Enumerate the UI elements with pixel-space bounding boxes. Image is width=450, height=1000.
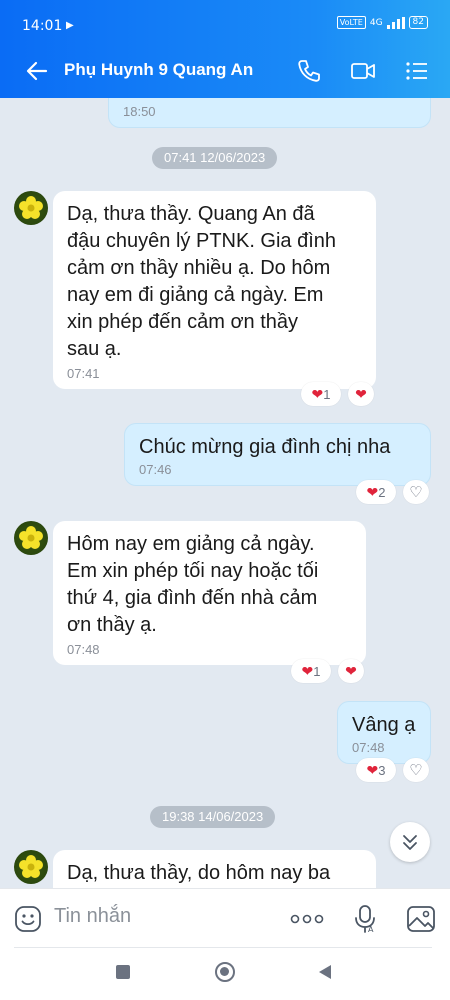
volte-icon: VoLTE bbox=[336, 16, 366, 29]
back-button[interactable] bbox=[318, 964, 332, 980]
phone-icon[interactable] bbox=[296, 58, 322, 84]
date-separator: 07:41 12/06/2023 bbox=[152, 147, 278, 169]
contact-avatar[interactable] bbox=[14, 521, 48, 555]
image-gallery-icon[interactable] bbox=[406, 905, 436, 933]
reaction-count: 3 bbox=[378, 762, 386, 778]
svg-text:A: A bbox=[368, 925, 374, 934]
menu-list-icon[interactable] bbox=[404, 58, 430, 84]
message-time: 07:46 bbox=[139, 462, 172, 477]
flower-icon bbox=[19, 855, 43, 878]
message-text-line: Em xin phép tối nay hoặc tối bbox=[67, 560, 319, 582]
react-button[interactable]: ❤ bbox=[348, 382, 374, 406]
conversation-title[interactable]: Phụ Huynh 9 Quang An bbox=[64, 60, 253, 80]
message-bubble-incoming[interactable]: Dạ, thưa thầy, do hôm nay ba bbox=[53, 850, 376, 888]
play-icon: ▶ bbox=[66, 20, 74, 31]
reaction-count: 2 bbox=[378, 484, 386, 500]
message-text-line: Dạ, thưa thầy, do hôm nay ba bbox=[67, 862, 331, 884]
react-button[interactable]: ♡ bbox=[403, 758, 429, 782]
message-text-line: đậu chuyên lý PTNK. Gia đình bbox=[67, 230, 337, 252]
message-time: 07:48 bbox=[352, 740, 385, 755]
heart-icon: ❤ bbox=[311, 386, 324, 402]
heart-outline-icon: ♡ bbox=[409, 761, 423, 779]
heart-icon: ❤ bbox=[366, 762, 379, 778]
heart-icon: ❤ bbox=[366, 484, 379, 500]
heart-icon: ❤ bbox=[345, 663, 357, 679]
react-button[interactable]: ❤ bbox=[338, 659, 364, 683]
voice-microphone-icon[interactable]: A bbox=[352, 904, 378, 934]
message-text-line: sau ạ. bbox=[67, 338, 122, 360]
scroll-to-bottom-button[interactable] bbox=[390, 822, 430, 862]
home-button[interactable] bbox=[215, 962, 235, 982]
system-navigation-bar bbox=[0, 948, 450, 1000]
reaction-summary[interactable]: ❤ 1 bbox=[291, 659, 331, 683]
message-text-line: xin phép đến cảm ơn thầy bbox=[67, 311, 299, 333]
heart-icon: ❤ bbox=[301, 663, 314, 679]
message-bubble-outgoing[interactable]: Chúc mừng gia đình chị nha 07:46 bbox=[124, 423, 431, 486]
message-text-line: Hôm nay em giảng cả ngày. bbox=[67, 533, 315, 555]
message-text: Chúc mừng gia đình chị nha bbox=[139, 436, 391, 458]
chat-header: Phụ Huynh 9 Quang An bbox=[0, 44, 450, 98]
message-input-placeholder[interactable]: Tin nhắn bbox=[54, 905, 131, 928]
reaction-summary[interactable]: ❤ 3 bbox=[356, 758, 396, 782]
message-time: 18:50 bbox=[123, 104, 156, 119]
network-type: 4G bbox=[369, 17, 383, 28]
flower-icon bbox=[19, 526, 43, 549]
more-options-icon[interactable] bbox=[290, 913, 324, 925]
message-bubble-incoming[interactable]: Hôm nay em giảng cả ngày. Em xin phép tố… bbox=[53, 521, 366, 665]
message-text-line: Dạ, thưa thầy. Quang An đã bbox=[67, 203, 315, 225]
flower-icon bbox=[19, 196, 43, 219]
video-call-icon[interactable] bbox=[350, 58, 376, 84]
message-list[interactable]: 18:50 07:41 12/06/2023 Dạ, thưa thầy. Qu… bbox=[0, 98, 450, 888]
emoji-icon[interactable] bbox=[14, 905, 42, 933]
recent-apps-button[interactable] bbox=[116, 965, 130, 979]
signal-icon bbox=[386, 16, 405, 29]
react-button[interactable]: ♡ bbox=[403, 480, 429, 504]
reaction-summary[interactable]: ❤ 2 bbox=[356, 480, 396, 504]
reaction-count: 1 bbox=[323, 386, 331, 402]
message-time: 07:41 bbox=[67, 366, 100, 381]
message-text-line: cảm ơn thầy nhiều ạ. Do hôm bbox=[67, 257, 331, 279]
heart-icon: ❤ bbox=[355, 386, 367, 402]
reaction-count: 1 bbox=[313, 663, 321, 679]
contact-avatar[interactable] bbox=[14, 850, 48, 884]
message-text-line: ơn thầy ạ. bbox=[67, 614, 157, 636]
reaction-summary[interactable]: ❤ 1 bbox=[301, 382, 341, 406]
date-separator: 19:38 14/06/2023 bbox=[150, 806, 276, 828]
heart-outline-icon: ♡ bbox=[409, 483, 423, 501]
message-bubble-incoming[interactable]: Dạ, thưa thầy. Quang An đã đậu chuyên lý… bbox=[53, 191, 376, 389]
message-time: 07:48 bbox=[67, 642, 100, 657]
status-indicators: VoLTE 4G 82 bbox=[336, 16, 428, 29]
back-arrow-icon[interactable] bbox=[24, 58, 50, 84]
battery-icon: 82 bbox=[408, 16, 428, 29]
message-text: Vâng ạ bbox=[352, 714, 416, 736]
message-bubble-outgoing[interactable]: Vâng ạ 07:48 bbox=[337, 701, 431, 764]
double-chevron-down-icon bbox=[403, 835, 417, 850]
status-time: 14:01 bbox=[22, 18, 63, 34]
message-text-line: thứ 4, gia đình đến nhà cảm bbox=[67, 587, 318, 609]
message-composer: Tin nhắn A bbox=[0, 888, 450, 948]
message-text-line: nay em đi giảng cả ngày. Em bbox=[67, 284, 324, 306]
contact-avatar[interactable] bbox=[14, 191, 48, 225]
message-bubble-outgoing[interactable]: 18:50 bbox=[108, 98, 431, 128]
